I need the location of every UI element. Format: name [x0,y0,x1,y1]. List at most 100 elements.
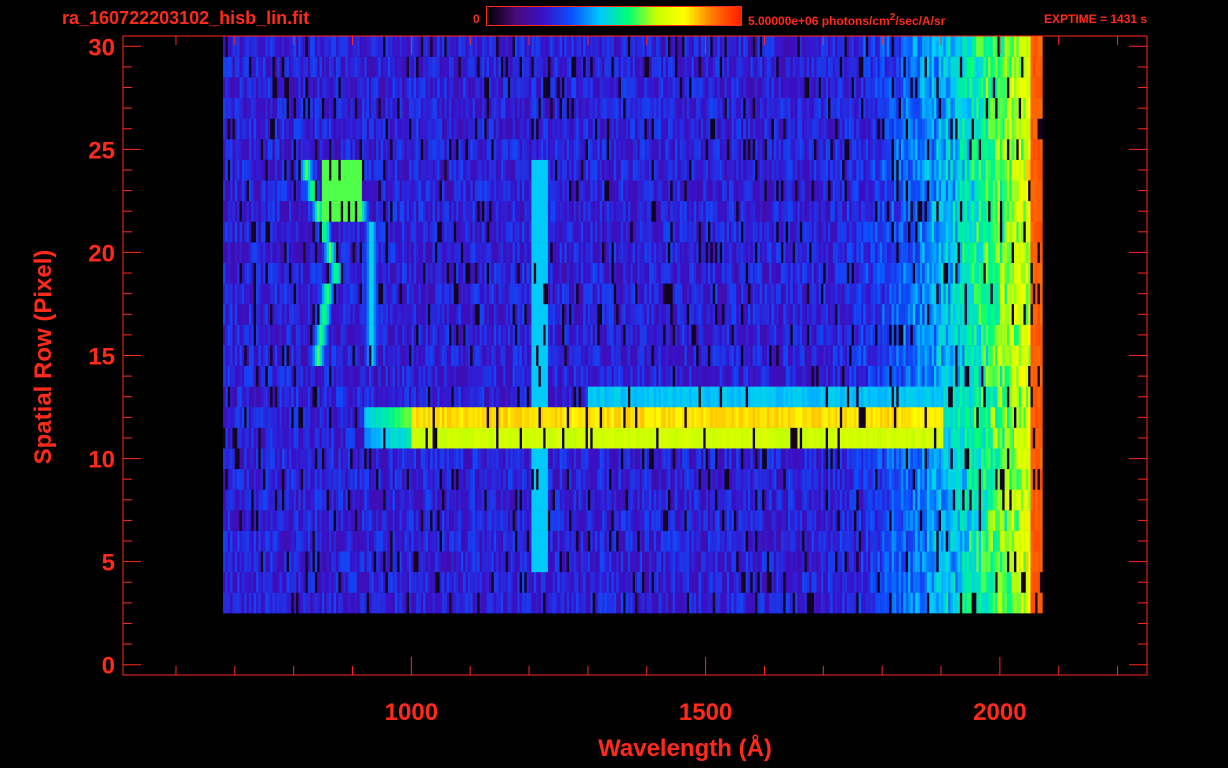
heatmap-cell [747,571,751,593]
heatmap-cell [802,427,805,449]
heatmap-cell [458,345,462,367]
heatmap-cell [1018,468,1022,490]
heatmap-cell [877,510,881,531]
heatmap-cell [434,489,438,511]
heatmap-cell [820,448,824,470]
heatmap-cell [411,510,415,531]
heatmap-cell [345,510,349,531]
heatmap-cell [279,592,283,614]
heatmap-cell [336,448,339,470]
heatmap-cell [604,489,608,511]
heatmap-cell [399,510,403,531]
heatmap-cell [943,592,947,614]
heatmap-cell [265,303,269,325]
heatmap-cell [663,551,667,573]
heatmap-cell [479,303,483,325]
heatmap-cell [618,386,622,408]
heatmap-cell [719,530,723,552]
heatmap-cell [397,324,400,346]
heatmap-cell [663,510,667,531]
heatmap-cell [352,510,356,531]
heatmap-cell [338,592,342,614]
heatmap-cell [277,365,280,387]
heatmap-cell [665,530,669,552]
heatmap-cell [232,427,236,449]
heatmap-cell [893,407,897,428]
heatmap-cell [825,324,829,346]
heatmap-cell [399,324,403,346]
heatmap-cell [583,468,586,490]
heatmap-cell [241,510,245,531]
heatmap-cell [773,592,777,614]
heatmap-cell [948,448,951,470]
heatmap-cell [397,571,400,593]
heatmap-cell [936,448,940,470]
heatmap-cell [547,427,551,449]
heatmap-cell [1023,345,1027,367]
heatmap-cell [489,427,492,449]
heatmap-cell [797,427,801,449]
heatmap-cell [809,407,812,428]
heatmap-cell [286,448,290,470]
heatmap-cell [1006,345,1010,367]
heatmap-cell [244,324,247,346]
heatmap-cell [675,592,678,614]
heatmap-cell [773,386,777,408]
heatmap-cell [973,510,977,531]
heatmap-cell [964,592,968,614]
heatmap-cell [933,489,937,511]
heatmap-cell [924,468,928,490]
heatmap-cell [908,592,911,614]
heatmap-cell [992,386,996,408]
heatmap-cell [246,407,250,428]
heatmap-cell [267,592,271,614]
heatmap-cell [267,510,271,531]
heatmap-cell [759,365,763,387]
heatmap-cell [573,448,577,470]
heatmap-cell [416,468,419,490]
heatmap-cell [498,324,502,346]
heatmap-cell [314,427,318,449]
heatmap-cell [387,324,391,346]
heatmap-cell [288,530,292,552]
heatmap-cell [524,592,528,614]
heatmap-cell [326,345,330,367]
heatmap-cell [425,448,429,470]
heatmap-cell [682,489,685,511]
heatmap-cell [689,386,692,408]
heatmap-cell [693,468,697,490]
heatmap-cell [319,345,323,367]
heatmap-cell [352,448,356,470]
heatmap-cell [281,345,285,367]
heatmap-cell [359,448,363,470]
heatmap-cell [557,489,561,511]
heatmap-cell [385,407,389,428]
heatmap-cell [736,468,739,490]
heatmap-cell [853,427,857,449]
heatmap-cell [437,551,441,573]
heatmap-cell [1039,571,1043,593]
heatmap-cell [698,592,702,614]
heatmap-cell [632,386,636,408]
heatmap-cell [755,365,758,387]
heatmap-cell [444,571,448,593]
heatmap-cell [328,530,332,552]
heatmap-cell [503,551,506,573]
heatmap-cell [451,530,455,552]
heatmap-cell [627,530,631,552]
heatmap-cell [846,365,850,387]
heatmap-cell [364,530,368,552]
heatmap-cell [832,510,836,531]
heatmap-cell [653,551,657,573]
heatmap-cell [1037,510,1041,531]
heatmap-cell [696,324,699,346]
heatmap-cell [359,468,363,490]
heatmap-cell [703,345,707,367]
heatmap-cell [564,448,568,470]
heatmap-cell [707,551,711,573]
heatmap-cell [771,386,775,408]
heatmap-cell [361,448,365,470]
heatmap-cell [300,345,304,367]
heatmap-cell [538,365,542,387]
heatmap-cell [460,530,464,552]
